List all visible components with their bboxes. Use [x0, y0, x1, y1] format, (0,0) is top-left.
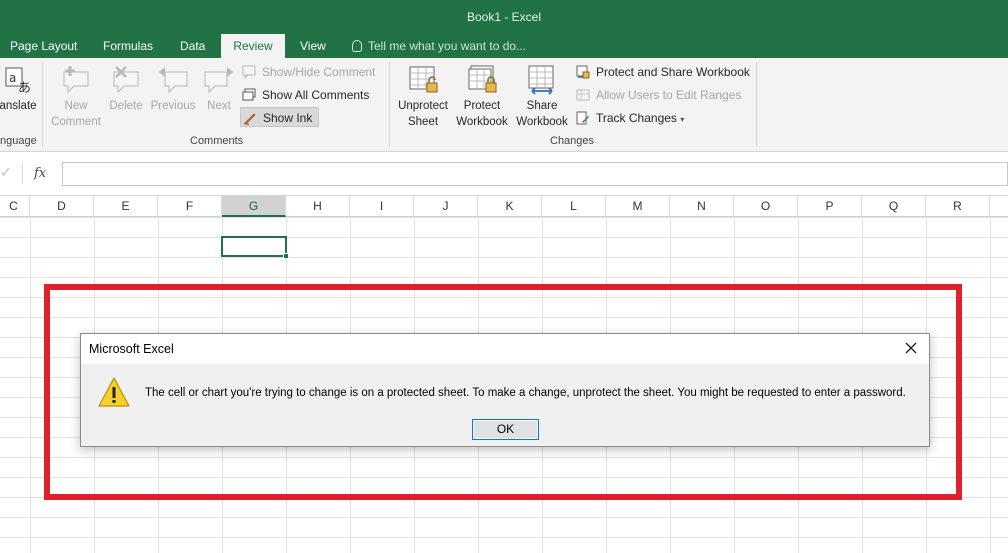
unprotect-sheet-label-2: Sheet	[407, 116, 439, 128]
svg-text:a: a	[9, 71, 16, 85]
column-header-j[interactable]: J	[414, 196, 478, 217]
changes-group-label: Changes	[550, 135, 595, 147]
new-comment-icon	[60, 64, 92, 96]
column-header-f[interactable]: F	[158, 196, 222, 217]
unprotect-sheet-icon	[407, 64, 439, 96]
new-comment-label-2: Comment	[51, 116, 101, 128]
allow-users-label: Allow Users to Edit Ranges	[596, 88, 742, 102]
column-header-m[interactable]: M	[606, 196, 670, 217]
column-headers: C D E F G H I J K L M N O P Q R	[0, 196, 1008, 217]
ink-pen-icon	[243, 111, 257, 125]
protect-workbook-button[interactable]: Protect Workbook	[452, 64, 512, 130]
warning-icon	[97, 376, 131, 408]
column-header-k[interactable]: K	[478, 196, 542, 217]
previous-comment-button[interactable]: Previous	[148, 64, 198, 114]
protect-workbook-icon	[466, 64, 498, 96]
dialog-message: The cell or chart you're trying to chang…	[145, 387, 906, 399]
column-header-n[interactable]: N	[670, 196, 734, 217]
window-title: Book1 - Excel	[466, 10, 542, 24]
show-all-comments-icon	[242, 88, 256, 102]
delete-comment-icon	[110, 64, 142, 96]
protect-workbook-label-2: Workbook	[456, 116, 508, 128]
group-separator	[389, 62, 390, 146]
protect-share-label: Protect and Share Workbook	[596, 65, 750, 79]
checkmark-icon[interactable]: ✓	[0, 164, 12, 181]
show-all-comments-button[interactable]: Show All Comments	[240, 85, 369, 105]
allow-users-icon	[576, 88, 590, 102]
share-workbook-button[interactable]: Share Workbook	[512, 64, 572, 130]
tab-page-layout[interactable]: Page Layout	[0, 34, 87, 58]
translate-button[interactable]: aあ anslate	[0, 64, 42, 114]
svg-text:あ: あ	[18, 81, 31, 96]
dialog-title-bar[interactable]: Microsoft Excel	[81, 334, 929, 364]
dropdown-arrow-icon: ▾	[680, 115, 685, 124]
column-header-o[interactable]: O	[734, 196, 798, 217]
selected-cell[interactable]	[221, 236, 289, 259]
column-header-g[interactable]: G	[222, 196, 286, 217]
show-all-comments-label: Show All Comments	[262, 88, 370, 102]
tab-review[interactable]: Review	[221, 34, 285, 58]
ribbon: aあ anslate nguage New Comment Delete Pre…	[0, 58, 1008, 152]
share-workbook-icon	[526, 64, 558, 96]
previous-comment-icon	[157, 64, 189, 96]
protect-and-share-button[interactable]: Protect and Share Workbook	[574, 62, 750, 82]
tell-me-placeholder: Tell me what you want to do...	[368, 39, 527, 53]
tab-formulas[interactable]: Formulas	[93, 34, 163, 58]
track-changes-icon	[576, 111, 590, 125]
dialog-title: Microsoft Excel	[89, 342, 174, 356]
group-separator	[42, 62, 43, 146]
track-changes-button[interactable]: Track Changes ▾	[574, 108, 684, 128]
show-ink-button[interactable]: Show Ink	[240, 107, 320, 127]
column-header-r[interactable]: R	[926, 196, 990, 217]
allow-users-edit-ranges-button[interactable]: Allow Users to Edit Ranges	[574, 85, 741, 105]
new-comment-label-1: New	[64, 100, 88, 112]
share-workbook-label-2: Workbook	[516, 116, 568, 128]
share-workbook-label-1: Share	[526, 100, 558, 112]
show-hide-comment-button[interactable]: Show/Hide Comment	[240, 62, 375, 82]
tab-data[interactable]: Data	[170, 34, 215, 58]
formula-input[interactable]	[62, 162, 1008, 186]
show-hide-comment-label: Show/Hide Comment	[262, 65, 376, 79]
translate-label: anslate	[0, 100, 37, 112]
group-separator	[756, 62, 757, 146]
column-header-p[interactable]: P	[798, 196, 862, 217]
unprotect-sheet-label-1: Unprotect	[398, 100, 448, 112]
previous-label: Previous	[150, 100, 196, 112]
translate-icon: aあ	[2, 64, 34, 96]
track-changes-label: Track Changes	[596, 111, 677, 125]
title-bar: Book1 - Excel Page Layout Formulas Data …	[0, 0, 1008, 58]
language-group-label: nguage	[0, 135, 37, 147]
column-header-h[interactable]: H	[286, 196, 350, 217]
next-comment-button[interactable]: Next	[200, 64, 238, 114]
tab-view[interactable]: View	[290, 34, 336, 58]
formula-bar-buttons: ✓ fx	[0, 162, 58, 186]
protect-share-icon	[576, 65, 590, 79]
formula-bar: ✓ fx	[0, 152, 1008, 196]
show-hide-comment-icon	[242, 65, 256, 80]
lightbulb-icon	[352, 40, 362, 52]
next-label: Next	[207, 100, 231, 112]
delete-comment-button[interactable]: Delete	[106, 64, 146, 114]
show-ink-label: Show Ink	[263, 111, 313, 125]
protected-sheet-dialog: Microsoft Excel The cell or chart you're…	[80, 333, 930, 447]
column-header-i[interactable]: I	[350, 196, 414, 217]
insert-function-icon[interactable]: fx	[34, 166, 46, 181]
close-icon[interactable]	[901, 338, 921, 358]
column-header-d[interactable]: D	[30, 196, 94, 217]
fill-handle[interactable]	[283, 253, 289, 259]
unprotect-sheet-button[interactable]: Unprotect Sheet	[394, 64, 452, 130]
column-header-c[interactable]: C	[0, 196, 30, 217]
protect-workbook-label-1: Protect	[463, 100, 501, 112]
tell-me-search[interactable]: Tell me what you want to do...	[352, 34, 526, 58]
next-comment-icon	[203, 64, 235, 96]
column-header-e[interactable]: E	[94, 196, 158, 217]
divider	[22, 164, 23, 184]
column-header-q[interactable]: Q	[862, 196, 926, 217]
new-comment-button[interactable]: New Comment	[48, 64, 104, 130]
comments-group-label: Comments	[190, 135, 244, 147]
ok-button[interactable]: OK	[472, 419, 539, 440]
delete-label: Delete	[109, 100, 143, 112]
column-header-l[interactable]: L	[542, 196, 606, 217]
